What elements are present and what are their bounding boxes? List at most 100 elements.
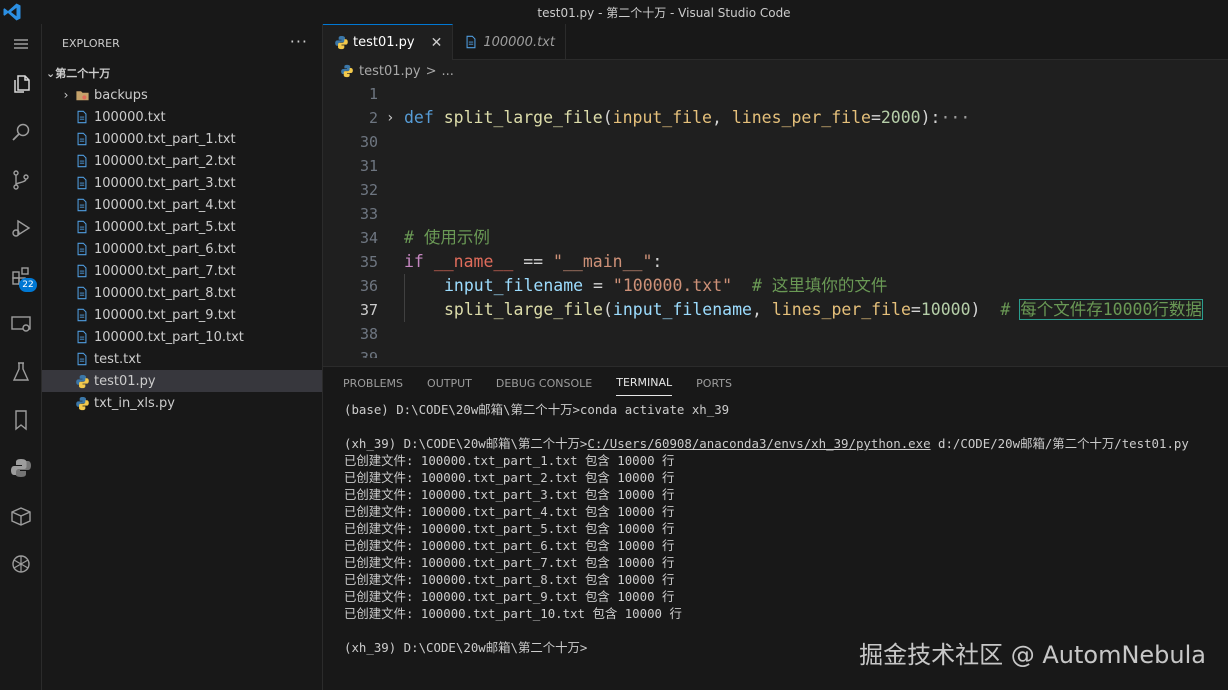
explorer-file-item[interactable]: 100000.txt_part_7.txt <box>42 260 322 282</box>
keyword: def <box>404 108 434 127</box>
line-number: 31 <box>359 157 378 175</box>
breadcrumb-rest[interactable]: ... <box>442 64 454 79</box>
terminal-output-line: 已创建文件: 100000.txt_part_10.txt 包含 10000 行 <box>344 606 682 621</box>
string-literal: "__main__" <box>553 252 653 271</box>
terminal-prompt: (xh_39) D:\CODE\20w邮箱\第二个十万> <box>344 436 588 451</box>
explorer-item-label: 100000.txt_part_9.txt <box>94 307 236 323</box>
explorer-file-item[interactable]: 100000.txt_part_9.txt <box>42 304 322 326</box>
explorer-icon[interactable] <box>5 68 37 100</box>
variable: input_filename <box>612 300 752 319</box>
openai-icon[interactable] <box>5 548 37 580</box>
bookmarks-icon[interactable] <box>5 404 37 436</box>
explorer-title: EXPLORER <box>62 36 120 50</box>
operator: = <box>593 276 603 295</box>
explorer-file-item[interactable]: txt_in_xls.py <box>42 392 322 414</box>
text-file-icon <box>74 329 90 345</box>
explorer-file-item[interactable]: 100000.txt_part_1.txt <box>42 128 322 150</box>
code-editor[interactable]: 1 2 › def split_large_file(input_file, lin… <box>323 82 1228 358</box>
punctuation: ): <box>920 108 941 127</box>
panel-tabs: PROBLEMS OUTPUT DEBUG CONSOLE TERMINAL P… <box>323 367 1228 399</box>
operator: = <box>870 108 881 127</box>
function-call: split_large_file <box>444 300 603 319</box>
terminal[interactable]: (base) D:\CODE\20w邮箱\第二个十万>conda activat… <box>344 401 1189 656</box>
comment: # 这里填你的文件 <box>751 276 888 295</box>
code-line: 38 <box>323 322 1228 346</box>
more-actions-icon[interactable]: ··· <box>290 32 308 51</box>
explorer-file-item[interactable]: 100000.txt_part_3.txt <box>42 172 322 194</box>
tab-problems[interactable]: PROBLEMS <box>343 371 403 396</box>
tab-ports[interactable]: PORTS <box>696 371 732 396</box>
text-file-icon <box>74 263 90 279</box>
folded-ellipsis[interactable]: ··· <box>941 108 971 127</box>
extensions-icon[interactable]: 22 <box>5 260 37 292</box>
chevron-right-icon: › <box>63 88 69 102</box>
code-line: 39 <box>323 346 1228 358</box>
explorer-folder-item[interactable]: › backups <box>42 84 322 106</box>
punctuation: ) <box>970 300 981 319</box>
workspace-folder[interactable]: ⌄ 第二个十万 <box>42 62 322 84</box>
close-icon[interactable]: ✕ <box>431 35 443 51</box>
explorer-item-label: test.txt <box>94 351 141 367</box>
python-path-link[interactable]: C:/Users/60908/anaconda3/envs/xh_39/pyth… <box>587 436 930 451</box>
tab-debug-console[interactable]: DEBUG CONSOLE <box>496 371 592 396</box>
operator: = <box>910 300 921 319</box>
menu-icon[interactable] <box>5 28 37 60</box>
chevron-down-icon: ⌄ <box>46 66 56 80</box>
workspace-folder-label: 第二个十万 <box>55 67 111 80</box>
python-icon[interactable] <box>5 452 37 484</box>
remote-explorer-icon[interactable] <box>5 308 37 340</box>
tab-terminal[interactable]: TERMINAL <box>616 370 673 396</box>
variable: input_filename <box>444 276 584 295</box>
fold-chevron-icon[interactable]: › <box>386 106 394 130</box>
number-literal: 10000 <box>920 300 971 319</box>
explorer-item-label: txt_in_xls.py <box>94 395 175 411</box>
explorer-file-item[interactable]: 100000.txt_part_6.txt <box>42 238 322 260</box>
explorer-file-item[interactable]: 100000.txt_part_4.txt <box>42 194 322 216</box>
testing-icon[interactable] <box>5 356 37 388</box>
text-file-icon <box>74 175 90 191</box>
window-title: test01.py - 第二个十万 - Visual Studio Code <box>537 6 791 20</box>
explorer-item-label: test01.py <box>94 373 156 389</box>
explorer-file-item[interactable]: 100000.txt_part_8.txt <box>42 282 322 304</box>
source-control-icon[interactable] <box>5 164 37 196</box>
explorer-item-label: 100000.txt <box>94 109 166 125</box>
line-number: 35 <box>359 253 378 271</box>
terminal-output-line: 已创建文件: 100000.txt_part_5.txt 包含 10000 行 <box>344 521 675 536</box>
tab-100000-txt[interactable]: 100000.txt <box>453 24 566 60</box>
line-number: 34 <box>359 229 378 247</box>
containers-icon[interactable] <box>5 500 37 532</box>
explorer-item-label: 100000.txt_part_3.txt <box>94 175 236 191</box>
explorer-file-item[interactable]: 100000.txt_part_5.txt <box>42 216 322 238</box>
tab-label: test01.py <box>353 35 415 50</box>
text-file-icon <box>74 241 90 257</box>
indent-guide <box>404 298 405 322</box>
explorer-file-item[interactable]: 100000.txt_part_2.txt <box>42 150 322 172</box>
line-number: 30 <box>359 133 378 151</box>
terminal-output-line: 已创建文件: 100000.txt_part_9.txt 包含 10000 行 <box>344 589 675 604</box>
operator: == <box>523 252 544 271</box>
search-icon[interactable] <box>5 116 37 148</box>
explorer-item-label: 100000.txt_part_4.txt <box>94 197 236 213</box>
tab-test01-py[interactable]: test01.py ✕ <box>323 24 454 60</box>
extensions-badge: 22 <box>19 278 37 292</box>
run-debug-icon[interactable] <box>5 212 37 244</box>
script-path: d:/CODE/20w邮箱/第二个十万/test01.py <box>930 436 1189 451</box>
explorer-file-item[interactable]: 100000.txt_part_10.txt <box>42 326 322 348</box>
code-line: 2 › def split_large_file(input_file, lines… <box>323 106 1228 130</box>
selected-comment: 每个文件存10000行数据 <box>1019 299 1203 320</box>
breadcrumb-file[interactable]: test01.py <box>359 64 421 79</box>
terminal-output-line: 已创建文件: 100000.txt_part_1.txt 包含 10000 行 <box>344 453 675 468</box>
explorer-file-item[interactable]: test.txt <box>42 348 322 370</box>
title-bar: test01.py - 第二个十万 - Visual Studio Code <box>0 0 1228 24</box>
code-line: 33 <box>323 202 1228 226</box>
python-file-icon <box>74 373 90 389</box>
parameter: lines_per_file <box>731 108 871 127</box>
tab-output[interactable]: OUTPUT <box>427 371 472 396</box>
terminal-output-line: 已创建文件: 100000.txt_part_3.txt 包含 10000 行 <box>344 487 675 502</box>
explorer-file-item[interactable]: test01.py <box>42 370 322 392</box>
explorer-sidebar: EXPLORER ··· ⌄ 第二个十万 › backups 100000.txt 1… <box>42 24 323 690</box>
editor-area: test01.py ✕ 100000.txt test01.py > ... 1… <box>323 24 1228 366</box>
text-file-icon <box>463 34 479 50</box>
explorer-file-item[interactable]: 100000.txt <box>42 106 322 128</box>
